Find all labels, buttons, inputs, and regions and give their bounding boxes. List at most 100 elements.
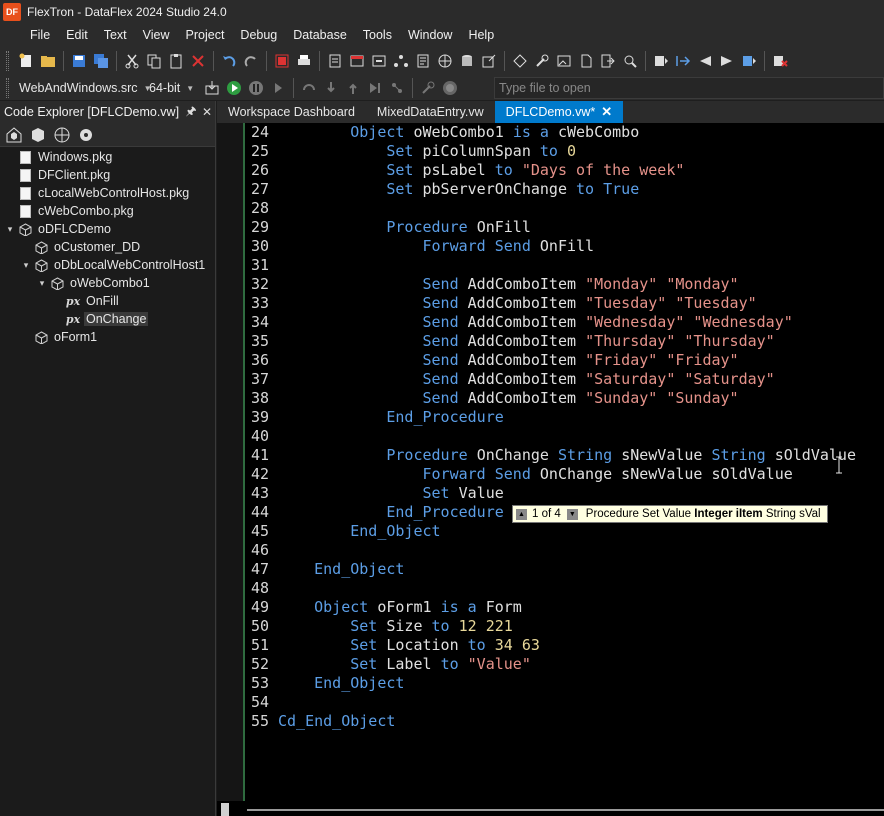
close-icon[interactable]: ✕ — [199, 105, 215, 119]
bitness-select[interactable]: 64-bit ▼ — [145, 78, 201, 98]
step-over-icon[interactable] — [298, 77, 320, 99]
delete-icon[interactable] — [187, 50, 209, 72]
stop-debug-icon[interactable] — [439, 77, 461, 99]
code-line[interactable]: 45 End_Object — [217, 522, 884, 541]
menu-help[interactable]: Help — [460, 24, 502, 46]
globe-icon[interactable] — [434, 50, 456, 72]
logout-icon[interactable] — [597, 50, 619, 72]
step-out-icon[interactable] — [342, 77, 364, 99]
code-line[interactable]: 53 End_Object — [217, 674, 884, 693]
code-line[interactable]: 35 Send AddComboItem "Thursday" "Thursda… — [217, 332, 884, 351]
code-line[interactable]: 29 Procedure OnFill — [217, 218, 884, 237]
menu-debug[interactable]: Debug — [232, 24, 285, 46]
save-icon[interactable] — [68, 50, 90, 72]
save-all-icon[interactable] — [90, 50, 112, 72]
tree-item[interactable]: Windows.pkg — [0, 148, 215, 166]
redo-icon[interactable] — [240, 50, 262, 72]
code-line[interactable]: 54 — [217, 693, 884, 712]
menu-database[interactable]: Database — [285, 24, 355, 46]
report-icon[interactable] — [412, 50, 434, 72]
breakpoints-icon[interactable] — [386, 77, 408, 99]
run-to-cursor-icon[interactable] — [364, 77, 386, 99]
undo-icon[interactable] — [218, 50, 240, 72]
window-icon[interactable] — [346, 50, 368, 72]
code-line[interactable]: 30 Forward Send OnFill — [217, 237, 884, 256]
scrollbar-thumb[interactable] — [247, 809, 884, 811]
code-line[interactable]: 49 Object oForm1 is a Form — [217, 598, 884, 617]
horizontal-scrollbar[interactable] — [217, 801, 884, 816]
view-list-icon[interactable] — [324, 50, 346, 72]
run-icon[interactable] — [223, 77, 245, 99]
code-line[interactable]: 41 Procedure OnChange String sNewValue S… — [217, 446, 884, 465]
step-into-icon[interactable] — [320, 77, 342, 99]
object-view-icon[interactable] — [28, 125, 48, 145]
code-line[interactable]: 31 — [217, 256, 884, 275]
settings-object-icon[interactable] — [76, 125, 96, 145]
code-line[interactable]: 38 Send AddComboItem "Sunday" "Sunday" — [217, 389, 884, 408]
expander-chevron-down-icon[interactable]: ▾ — [36, 278, 48, 289]
menu-edit[interactable]: Edit — [58, 24, 96, 46]
tree-item[interactable]: cWebCombo.pkg — [0, 202, 215, 220]
code-line[interactable]: 55 Cd_End_Object — [217, 712, 884, 731]
compile-icon[interactable] — [509, 50, 531, 72]
open-folder-icon[interactable] — [37, 50, 59, 72]
copy-icon[interactable] — [143, 50, 165, 72]
project-select[interactable]: WebAndWindows.src ▼ — [15, 78, 151, 98]
paste-icon[interactable] — [165, 50, 187, 72]
menu-file[interactable]: File — [22, 24, 58, 46]
bookmark-icon[interactable] — [650, 50, 672, 72]
export-icon[interactable] — [478, 50, 500, 72]
new-file-icon[interactable] — [15, 50, 37, 72]
code-line[interactable]: 26 Set psLabel to "Days of the week" — [217, 161, 884, 180]
pin-icon[interactable]: 🖈 — [183, 102, 199, 123]
debug-tool-icon[interactable] — [417, 77, 439, 99]
tab-close-icon[interactable]: ✕ — [601, 101, 612, 123]
menu-project[interactable]: Project — [178, 24, 233, 46]
toolbar-grip[interactable] — [6, 51, 9, 71]
indent-icon[interactable] — [672, 50, 694, 72]
pause-icon[interactable] — [245, 77, 267, 99]
network-icon[interactable] — [390, 50, 412, 72]
expander-chevron-down-icon[interactable]: ▾ — [4, 224, 16, 235]
arrow-prev-icon[interactable] — [716, 50, 738, 72]
code-editor[interactable]: 24 Object oWebCombo1 is a cWebCombo 25 Se… — [217, 123, 884, 816]
tooltip-next-arrow-icon[interactable]: ▼ — [566, 508, 578, 520]
find-icon[interactable] — [619, 50, 641, 72]
code-line[interactable]: 27 Set pbServerOnChange to True — [217, 180, 884, 199]
menu-text[interactable]: Text — [96, 24, 135, 46]
tree-item[interactable]: ▾ oDFLCDemo — [0, 220, 215, 238]
file-search-input[interactable]: Type file to open — [494, 77, 884, 99]
code-line[interactable]: 46 — [217, 541, 884, 560]
code-line[interactable]: 33 Send AddComboItem "Tuesday" "Tuesday" — [217, 294, 884, 313]
editor-tab[interactable]: Workspace Dashboard — [217, 101, 366, 123]
code-line[interactable]: 37 Send AddComboItem "Saturday" "Saturda… — [217, 370, 884, 389]
cut-icon[interactable] — [121, 50, 143, 72]
tree-item[interactable]: oCustomer_DD — [0, 238, 215, 256]
code-line[interactable]: 51 Set Location to 34 63 — [217, 636, 884, 655]
code-line[interactable]: 52 Set Label to "Value" — [217, 655, 884, 674]
code-line[interactable]: 43 Set Value — [217, 484, 884, 503]
code-line[interactable]: 28 — [217, 199, 884, 218]
dialog-icon[interactable] — [368, 50, 390, 72]
tree-item[interactable]: px OnFill — [0, 292, 215, 310]
tooltip-prev-arrow-icon[interactable]: ▲ — [516, 508, 527, 520]
tree-item[interactable]: oForm1 — [0, 328, 215, 346]
page-icon[interactable] — [575, 50, 597, 72]
code-line[interactable]: 36 Send AddComboItem "Friday" "Friday" — [217, 351, 884, 370]
code-line[interactable]: 48 — [217, 579, 884, 598]
code-line[interactable]: 39 End_Procedure — [217, 408, 884, 427]
tree-item[interactable]: ▾ oWebCombo1 — [0, 274, 215, 292]
menu-tools[interactable]: Tools — [355, 24, 400, 46]
stop-record-icon[interactable] — [271, 50, 293, 72]
home-object-icon[interactable] — [4, 125, 24, 145]
code-line[interactable]: 40 — [217, 427, 884, 446]
menu-window[interactable]: Window — [400, 24, 460, 46]
editor-tab[interactable]: MixedDataEntry.vw — [366, 101, 495, 123]
arrow-next-icon[interactable] — [694, 50, 716, 72]
tools-icon[interactable] — [531, 50, 553, 72]
code-line[interactable]: 42 Forward Send OnChange sNewValue sOldV… — [217, 465, 884, 484]
toolbar-grip[interactable] — [6, 78, 9, 98]
tree-item[interactable]: DFClient.pkg — [0, 166, 215, 184]
editor-tab[interactable]: DFLCDemo.vw* ✕ — [494, 101, 624, 123]
clear-bookmarks-icon[interactable] — [738, 50, 760, 72]
